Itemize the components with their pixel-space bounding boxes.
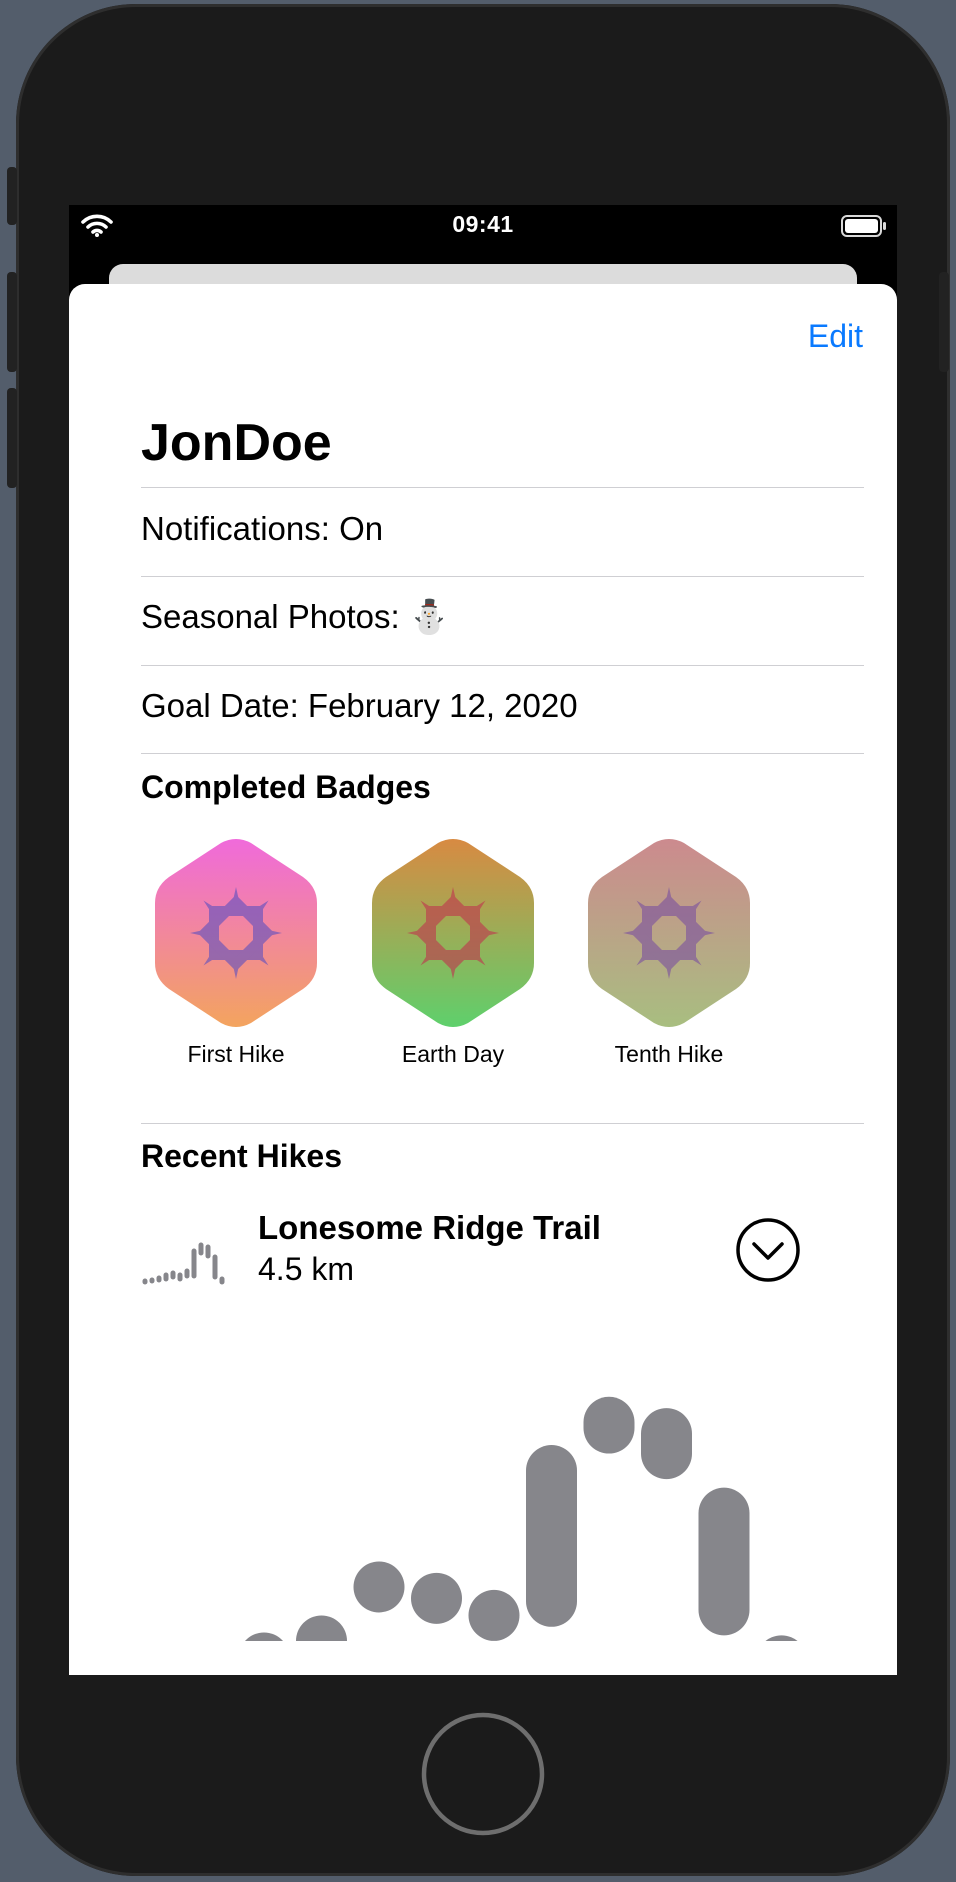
home-button[interactable] — [420, 1711, 546, 1837]
badge-label: Earth Day — [401, 1041, 505, 1067]
battery-icon — [841, 215, 887, 242]
username-title: JonDoe — [141, 414, 332, 472]
status-bar: 09:41 — [69, 205, 897, 249]
chevron-down-circle-icon[interactable] — [735, 1217, 801, 1288]
notifications-row: Notifications: On — [141, 510, 384, 547]
chart-bar — [296, 1615, 347, 1641]
chart-bar — [468, 1589, 520, 1641]
recent-hikes-title: Recent Hikes — [141, 1138, 342, 1174]
side-button-power — [939, 272, 949, 372]
chart-bar — [641, 1408, 692, 1480]
chart-bar — [353, 1561, 405, 1613]
badge-label: Tenth Hike — [614, 1041, 724, 1067]
goal-date-row: Goal Date: February 12, 2020 — [141, 687, 578, 724]
elevation-chart — [141, 1323, 864, 1641]
hike-distance: 4.5 km — [258, 1251, 355, 1287]
badge-tenth-hike: Tenth Hike — [579, 837, 759, 1068]
chart-bar — [765, 1635, 798, 1641]
badge-hexagon-icon — [588, 839, 750, 1027]
chart-bar — [526, 1445, 577, 1627]
side-button-volume-down — [7, 388, 17, 488]
badge-hexagon-icon — [372, 839, 534, 1027]
badge-hexagon-icon — [155, 839, 317, 1027]
hike-name: Lonesome Ridge Trail — [258, 1209, 601, 1246]
divider — [141, 576, 864, 577]
chart-bar — [583, 1396, 635, 1454]
chart-bar — [244, 1632, 284, 1641]
chart-bar — [698, 1487, 750, 1636]
side-button-volume-up — [7, 272, 17, 372]
divider — [141, 1123, 864, 1124]
badge-earth-day: Earth Day — [363, 837, 543, 1068]
profile-sheet: Edit JonDoe Notifications: On Seasonal P… — [69, 284, 897, 1675]
completed-badges-title: Completed Badges — [141, 769, 431, 805]
divider — [141, 665, 864, 666]
divider — [141, 753, 864, 754]
seasonal-photos-row: Seasonal Photos: ⛄️ — [141, 598, 450, 635]
badge-label: First Hike — [187, 1041, 285, 1067]
hike-sparkline-icon — [142, 1242, 225, 1285]
side-button-silent — [7, 167, 17, 225]
status-time: 09:41 — [452, 211, 514, 237]
chart-bar — [411, 1572, 462, 1624]
hike-row[interactable]: Lonesome Ridge Trail 4.5 km — [141, 1209, 864, 1289]
edit-button[interactable]: Edit — [808, 318, 863, 355]
divider — [141, 487, 864, 488]
badge-first-hike: First Hike — [146, 837, 326, 1068]
screen: 09:41 Edit JonDoe Notifications: On Seas… — [69, 205, 897, 1675]
